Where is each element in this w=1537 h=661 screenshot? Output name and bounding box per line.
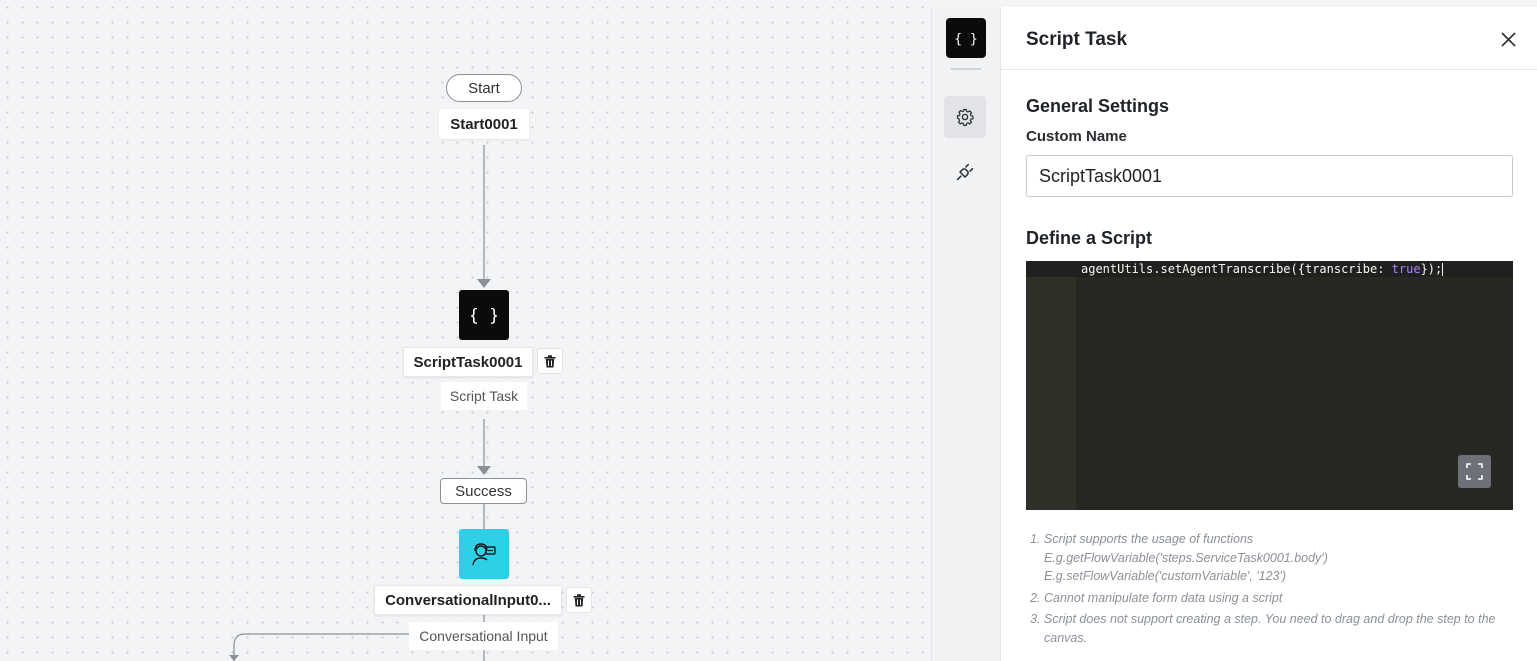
note-1-text: Script supports the usage of functions: [1044, 532, 1254, 546]
script-notes: Script supports the usage of functions E…: [1026, 530, 1518, 650]
close-panel-button[interactable]: [1498, 29, 1518, 49]
connections-tab-button[interactable]: [944, 151, 986, 193]
code-keyword: true: [1391, 262, 1421, 276]
code-text: agentUtils.setAgentTranscribe({transcrib…: [1081, 262, 1392, 276]
script-task-name[interactable]: ScriptTask0001: [403, 347, 533, 377]
close-icon: [1500, 31, 1516, 47]
panel-title: Script Task: [1026, 29, 1128, 50]
panel-header: Script Task: [1001, 7, 1537, 70]
custom-name-label: Custom Name: [1026, 128, 1127, 145]
define-script-heading: Define a Script: [1026, 228, 1153, 248]
script-task-type-label: Script Task: [441, 382, 527, 410]
script-task-node[interactable]: { }: [459, 290, 509, 340]
custom-name-input[interactable]: [1026, 155, 1513, 197]
conversational-input-name[interactable]: ConversationalInput0...: [374, 585, 562, 615]
gear-icon: [956, 108, 974, 126]
rail-divider: [951, 68, 981, 70]
general-settings-heading: General Settings: [1026, 96, 1170, 116]
success-edge-pill[interactable]: Success: [440, 478, 527, 504]
panel-side-rail: { }: [932, 7, 1001, 661]
delete-script-task-button[interactable]: [537, 348, 563, 374]
note-3: Script does not support creating a step.…: [1044, 610, 1518, 647]
editor-gutter: [1026, 261, 1076, 510]
properties-panel: { } Script Task General Settings Custom …: [931, 7, 1537, 661]
note-1-example-2: E.g.setFlowVariable('customVariable', '1…: [1044, 569, 1287, 583]
code-text-end: });: [1420, 262, 1443, 276]
settings-tab-button[interactable]: [944, 96, 986, 138]
script-code-editor[interactable]: agentUtils.setAgentTranscribe({transcrib…: [1026, 261, 1513, 510]
svg-text:{ }: { }: [955, 32, 977, 47]
script-task-logo: { }: [946, 18, 986, 58]
fullscreen-editor-button[interactable]: [1458, 455, 1491, 488]
trash-icon: [573, 593, 585, 606]
svg-text:{ }: { }: [471, 306, 497, 326]
code-line-1[interactable]: agentUtils.setAgentTranscribe({transcrib…: [1081, 261, 1444, 277]
start-node-label[interactable]: Start0001: [439, 109, 529, 139]
agent-headset-icon: [472, 543, 496, 566]
note-1-example-1: E.g.getFlowVariable('steps.ServiceTask00…: [1044, 550, 1328, 565]
conversational-input-node[interactable]: [459, 529, 509, 579]
delete-conversational-input-button[interactable]: [566, 587, 592, 613]
conversational-input-type-label: Conversational Input: [409, 622, 558, 650]
note-2: Cannot manipulate form data using a scri…: [1044, 589, 1518, 608]
fullscreen-icon: [1466, 463, 1483, 480]
curly-braces-icon: { }: [955, 32, 977, 47]
curly-braces-icon: { }: [471, 306, 497, 326]
plug-icon: [956, 163, 974, 181]
trash-icon: [544, 354, 556, 367]
note-1: Script supports the usage of functions E…: [1044, 530, 1518, 586]
text-cursor: [1442, 263, 1444, 276]
start-node-pill[interactable]: Start: [446, 74, 522, 102]
flow-canvas[interactable]: Start Start0001 { } ScriptTask0001 Scrip…: [0, 0, 931, 661]
